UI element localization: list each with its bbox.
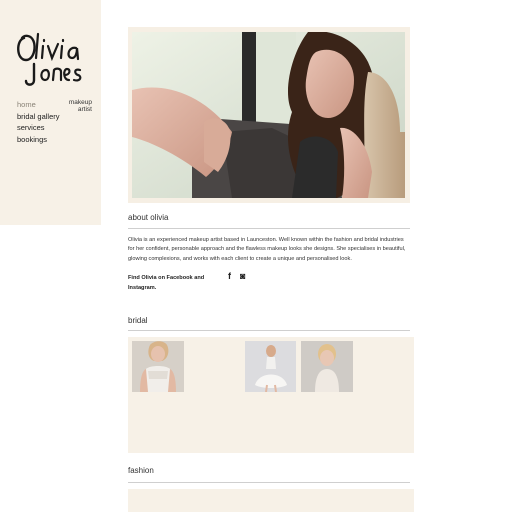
bridal-photo[interactable] [301,341,353,392]
about-title: about olivia [128,213,169,222]
about-divider [128,228,410,229]
fashion-divider [128,482,410,483]
bridal-photo[interactable] [245,341,296,392]
nav-item-bookings[interactable]: bookings [17,134,60,146]
bridal-divider [128,330,410,331]
hero-image [132,32,405,198]
logo-subtitle-line2: artist [77,106,92,113]
logo[interactable]: makeup artist [14,26,92,113]
nav-item-bridal-gallery[interactable]: bridal gallery [17,111,60,123]
logo-subtitle-line1: makeup [68,99,92,106]
bridal-title: bridal [128,316,148,325]
hero-frame [128,27,410,203]
logo-script [17,32,82,86]
nav-item-home[interactable]: home [17,99,60,111]
sidebar: makeup artist home bridal gallery servic… [0,0,101,225]
fashion-title: fashion [128,466,154,475]
about-body: Olivia is an experienced makeup artist b… [128,237,406,262]
nav-item-services[interactable]: services [17,122,60,134]
fashion-gallery [128,489,414,512]
bridal-gallery [128,337,414,453]
logo-subtitle: makeup artist [66,99,92,113]
instagram-icon[interactable]: ◙ [240,271,245,281]
main-nav: home bridal gallery services bookings [17,99,60,145]
facebook-icon[interactable]: f [228,271,231,281]
bridal-photo[interactable] [132,341,184,392]
social-find-text: Find Olivia on Facebook and Instagram. [128,275,205,291]
